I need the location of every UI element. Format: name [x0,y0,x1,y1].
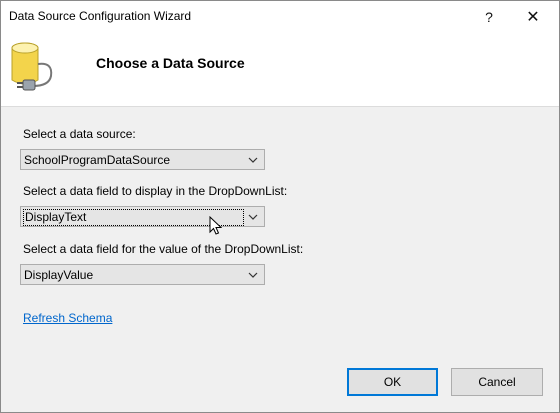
display-field-label: Select a data field to display in the Dr… [23,184,288,198]
wizard-header: Choose a Data Source [1,32,559,107]
title-bar: Data Source Configuration Wizard ? ✕ [1,1,559,32]
refresh-schema-link[interactable]: Refresh Schema [23,311,112,325]
value-field-select[interactable]: DisplayValue [20,264,265,285]
display-field-select[interactable]: DisplayText [20,206,265,227]
chevron-down-icon [248,214,258,220]
chevron-down-icon [248,272,258,278]
page-title: Choose a Data Source [96,55,245,71]
value-field-label: Select a data field for the value of the… [23,242,304,256]
wizard-window: Data Source Configuration Wizard ? ✕ Cho… [0,0,560,413]
cancel-button[interactable]: Cancel [451,368,543,396]
data-source-select[interactable]: SchoolProgramDataSource [20,149,265,170]
database-plug-icon [11,42,53,91]
value-field-value: DisplayValue [24,268,94,282]
mouse-cursor-icon [209,216,223,235]
chevron-down-icon [248,157,258,163]
data-source-value: SchoolProgramDataSource [24,153,171,167]
ok-button[interactable]: OK [347,368,438,396]
close-button[interactable]: ✕ [511,1,555,32]
data-source-label: Select a data source: [23,127,136,141]
help-button[interactable]: ? [467,1,511,32]
window-title: Data Source Configuration Wizard [9,9,192,23]
wizard-content: Select a data source: SchoolProgramDataS… [1,107,559,412]
